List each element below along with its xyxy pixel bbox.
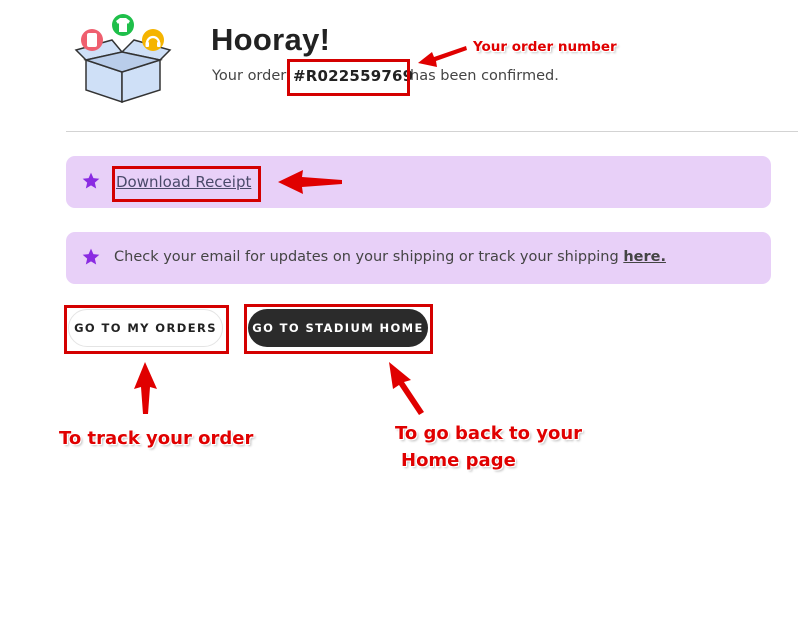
page-title: Hooray! <box>211 22 331 57</box>
arrow-my-orders <box>134 362 157 414</box>
confirmation-prefix: Your order <box>212 68 287 84</box>
stadium-home-highlight <box>244 304 433 354</box>
receipt-highlight <box>112 166 261 202</box>
annotation-order-number: Your order number <box>473 39 617 55</box>
annotation-home-line2: Home page <box>401 450 516 471</box>
shipping-info-label: Check your email for updates on your shi… <box>114 249 619 265</box>
box-with-merch-icon <box>74 14 172 104</box>
star-icon <box>82 248 100 265</box>
track-shipping-link[interactable]: here. <box>623 249 666 265</box>
my-orders-highlight <box>64 305 229 354</box>
arrow-order-number <box>418 46 467 67</box>
shipping-banner: Check your email for updates on your shi… <box>66 232 771 284</box>
confirmation-suffix: has been confirmed. <box>410 68 559 84</box>
arrow-stadium-home <box>389 362 424 415</box>
annotation-track-order: To track your order <box>59 428 254 449</box>
star-icon <box>82 172 100 189</box>
divider <box>66 131 798 132</box>
order-number-highlight <box>287 59 410 96</box>
shipping-info-text: Check your email for updates on your shi… <box>114 249 666 265</box>
annotation-home-line1: To go back to your <box>395 423 583 444</box>
